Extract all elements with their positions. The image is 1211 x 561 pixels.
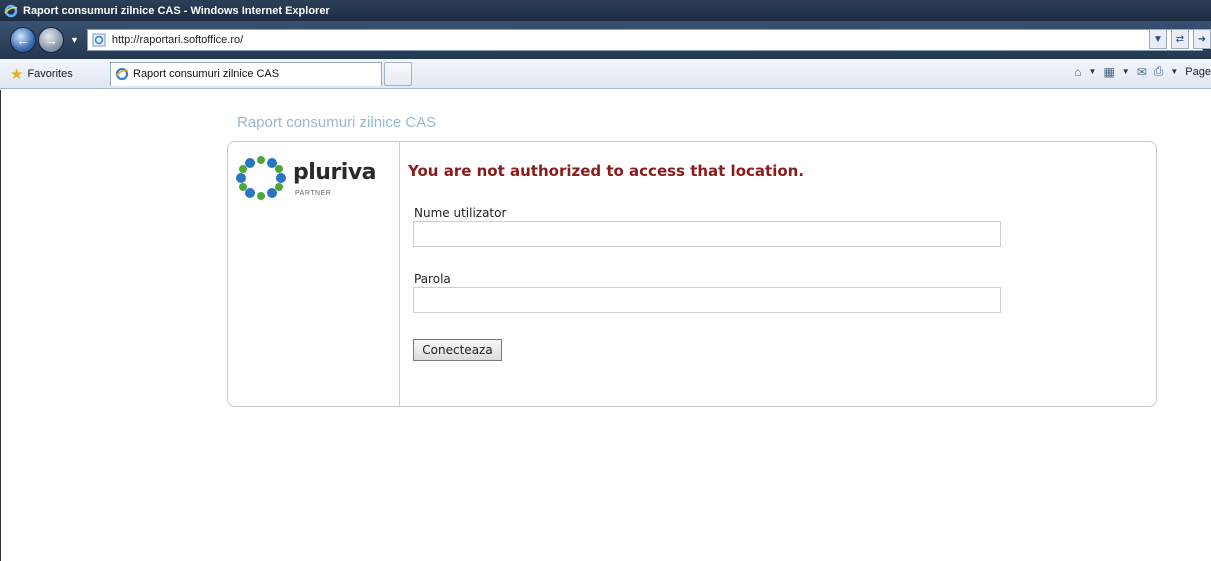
favorites-label: Favorites	[27, 67, 73, 80]
address-bar[interactable]: http://raportari.softoffice.ro/	[86, 29, 1203, 51]
home-dropdown-icon[interactable]: ▼	[1089, 67, 1097, 76]
pluriva-logo: pluriva PARTNER	[236, 156, 377, 204]
feeds-icon[interactable]: ▦	[1103, 65, 1114, 79]
address-url: http://raportari.softoffice.ro/	[111, 34, 244, 46]
address-dropdown-icon[interactable]: ▼	[1149, 29, 1167, 49]
home-icon[interactable]: ⌂	[1074, 65, 1081, 79]
password-input[interactable]	[413, 287, 1001, 313]
page-heading: Raport consumuri zilnice CAS	[237, 114, 437, 131]
window-titlebar: Raport consumuri zilnice CAS - Windows I…	[0, 0, 1211, 21]
print-dropdown-icon[interactable]: ▼	[1170, 67, 1178, 76]
go-icon[interactable]: ➜	[1193, 29, 1211, 49]
logo-name: pluriva	[293, 160, 377, 185]
username-label: Nume utilizator	[414, 206, 507, 220]
panel-divider	[399, 142, 400, 406]
tab-ie-icon	[115, 67, 129, 81]
tab-active[interactable]: Raport consumuri zilnice CAS	[110, 61, 382, 86]
logo-subtitle: PARTNER	[295, 190, 332, 197]
page-menu[interactable]: Page	[1185, 66, 1211, 78]
recent-pages-dropdown-icon[interactable]: ▼	[70, 35, 79, 45]
window-title: Raport consumuri zilnice CAS - Windows I…	[23, 4, 330, 17]
page-ie-icon	[92, 33, 106, 47]
feeds-dropdown-icon[interactable]: ▼	[1122, 67, 1130, 76]
forward-button[interactable]: →	[38, 27, 64, 53]
favorites-button[interactable]: ★ Favorites	[10, 65, 98, 83]
compatibility-view-icon[interactable]: ⇄	[1171, 29, 1189, 49]
print-icon[interactable]: ⎙	[1154, 64, 1164, 79]
password-label: Parola	[414, 272, 451, 286]
favorites-tab-bar: ★ Favorites Raport consumuri zilnice CAS…	[0, 59, 1211, 89]
login-form: You are not authorized to access that lo…	[408, 162, 1148, 361]
navigation-bar: ← → ▼ http://raportari.softoffice.ro/ ▼ …	[0, 21, 1211, 59]
address-tools: ▼ ⇄ ➜	[1149, 29, 1211, 49]
star-icon: ★	[10, 65, 24, 83]
connect-button[interactable]: Conecteaza	[413, 339, 502, 361]
forward-arrow-icon: →	[44, 32, 58, 48]
tab-title: Raport consumuri zilnice CAS	[133, 68, 280, 80]
back-arrow-icon: ←	[16, 32, 30, 48]
ie-icon	[4, 4, 18, 17]
command-bar: ⌂ ▼ ▦ ▼ ✉ ⎙ ▼ Page	[1074, 64, 1211, 79]
new-tab-button[interactable]	[384, 61, 412, 86]
mail-icon[interactable]: ✉	[1137, 65, 1147, 79]
back-button[interactable]: ←	[10, 27, 36, 53]
page-content: Raport consumuri zilnice CAS pluriva PAR…	[0, 90, 1211, 561]
login-panel: pluriva PARTNER You are not authorized t…	[227, 141, 1157, 407]
error-message: You are not authorized to access that lo…	[408, 162, 805, 180]
username-input[interactable]	[413, 221, 1001, 247]
pluriva-logo-icon	[236, 156, 286, 200]
